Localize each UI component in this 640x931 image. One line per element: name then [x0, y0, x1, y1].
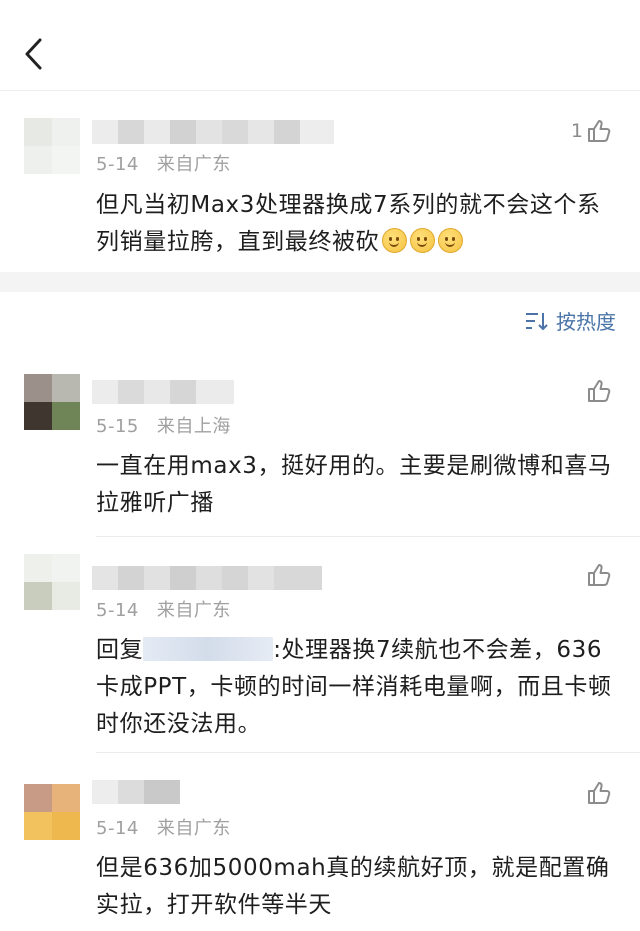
comment-location: 来自广东	[156, 818, 231, 839]
username[interactable]	[92, 120, 334, 144]
reply-prefix: 回复	[96, 637, 144, 663]
smile-emoji-icon	[438, 228, 464, 253]
comment-meta: 5-15 来自上海	[96, 412, 231, 438]
divider	[96, 536, 640, 537]
like-button[interactable]: 1	[571, 118, 612, 144]
chevron-left-icon	[25, 38, 42, 70]
avatar[interactable]	[24, 554, 80, 610]
like-button[interactable]	[583, 378, 612, 404]
thumbs-up-icon	[588, 564, 611, 586]
sort-button[interactable]: 按热度	[524, 306, 616, 335]
comment-meta: 5-14 来自广东	[96, 150, 231, 176]
back-button[interactable]	[20, 36, 48, 72]
section-separator	[0, 272, 640, 292]
comment-date: 5-14	[96, 818, 139, 839]
comment-location: 来自上海	[156, 416, 231, 437]
comment-text: 一直在用max3，挺好用的。主要是刷微博和喜马拉雅听广播	[96, 453, 612, 516]
comment-meta: 5-14 来自广东	[96, 814, 231, 840]
comment-date: 5-14	[96, 154, 139, 175]
comment-date: 5-14	[96, 600, 139, 621]
top-bar	[0, 0, 640, 91]
like-count: 1	[570, 120, 583, 142]
thumbs-up-icon	[588, 782, 611, 804]
username[interactable]	[92, 780, 180, 804]
smile-emoji-icon	[410, 228, 436, 253]
sort-label: 按热度	[556, 310, 616, 334]
like-button[interactable]	[583, 562, 612, 588]
comment-text: 但凡当初Max3处理器换成7系列的就不会这个系列销量拉胯，直到最终被砍	[96, 192, 601, 255]
username[interactable]	[92, 380, 234, 404]
avatar[interactable]	[24, 374, 80, 430]
like-button[interactable]	[583, 780, 612, 806]
divider	[96, 752, 640, 753]
sort-icon	[526, 312, 548, 330]
thumbs-up-icon	[588, 380, 611, 402]
comment-meta: 5-14 来自广东	[96, 596, 231, 622]
comment-location: 来自广东	[156, 600, 231, 621]
avatar[interactable]	[24, 784, 80, 840]
avatar[interactable]	[24, 118, 80, 174]
comment-text: 但是636加5000mah真的续航好顶，就是配置确实拉，打开软件等半天	[96, 855, 610, 918]
smile-emoji-icon	[382, 228, 408, 253]
mentioned-user[interactable]	[143, 637, 274, 661]
comment-date: 5-15	[96, 416, 139, 437]
thumbs-up-icon	[588, 120, 611, 142]
comment-location: 来自广东	[156, 154, 231, 175]
username[interactable]	[92, 566, 322, 590]
comment-text: 回复:处理器换7续航也不会差，636卡成PPT，卡顿的时间一样消耗电量啊，而且卡…	[96, 637, 612, 737]
